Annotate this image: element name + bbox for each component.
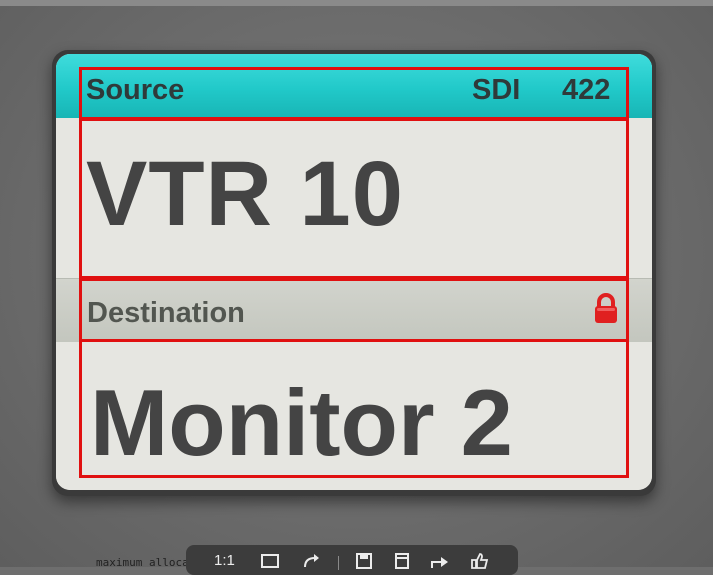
fit-icon[interactable] — [260, 553, 280, 572]
share-icon[interactable] — [430, 553, 450, 572]
rotate-icon[interactable] — [302, 553, 322, 572]
toolbar-divider — [338, 556, 339, 570]
highlight-source-body — [79, 117, 629, 279]
highlight-destination-body — [79, 339, 629, 478]
copy-icon[interactable] — [392, 553, 412, 572]
zoom-button[interactable]: 1:1 — [214, 553, 235, 568]
save-icon[interactable] — [354, 553, 374, 572]
highlight-destination-header — [79, 278, 629, 342]
viewer-toolbar: 1:1 — [186, 545, 518, 575]
like-icon[interactable] — [470, 553, 490, 572]
top-strip — [0, 0, 713, 6]
highlight-source-header — [79, 67, 629, 121]
